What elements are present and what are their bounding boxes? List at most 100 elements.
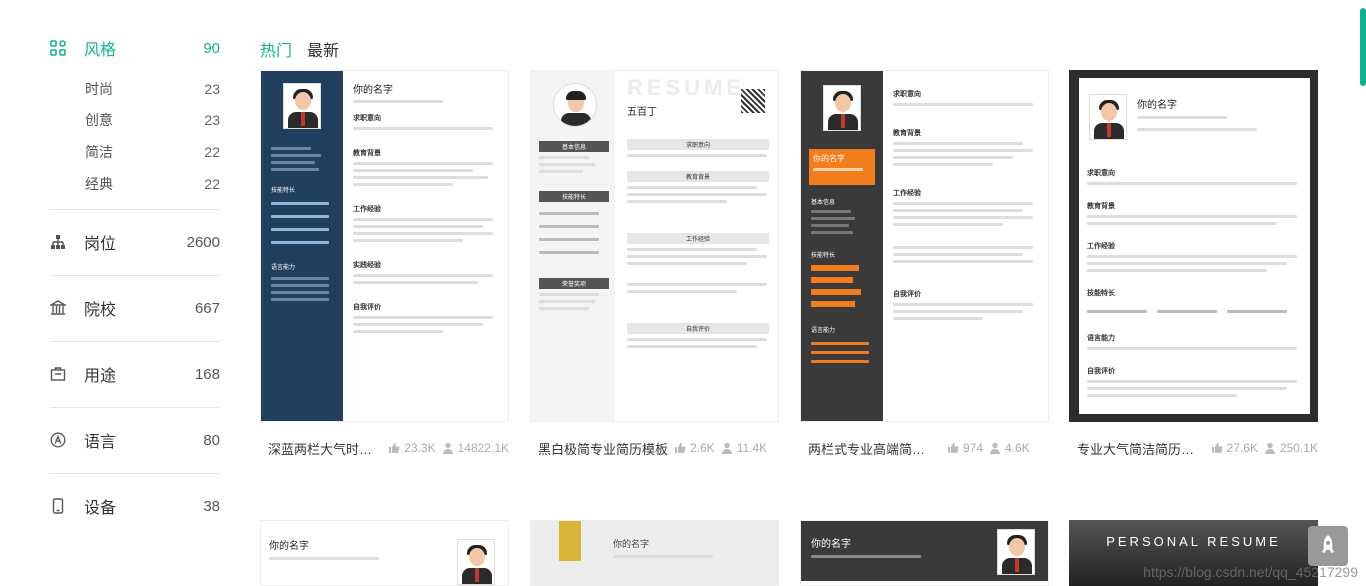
template-title[interactable]: 两栏式专业高端简历...	[808, 439, 933, 458]
template-title[interactable]: 深蓝两栏大气时尚简...	[268, 439, 382, 458]
phone-icon	[50, 498, 66, 514]
divider	[50, 473, 220, 474]
section-heading: 技能特长	[1087, 290, 1115, 297]
template-thumbnail[interactable]: 你的名字	[800, 520, 1049, 586]
section-heading: 教育背景	[1087, 203, 1115, 210]
template-thumbnail[interactable]: RESUME 五百丁 基本信息 技能特长 荣誉奖项 求职意向 教育背景 工作经验…	[530, 70, 779, 422]
section-heading: 自我评价	[353, 304, 381, 311]
category-label: 院校	[84, 302, 117, 319]
template-thumbnail[interactable]: 技能特长 语言能力 你的名字 求职意向 教育背景 工作经验 实践经验 自我评价	[260, 70, 509, 422]
subcategory-fashion[interactable]: 时尚 23	[50, 73, 220, 105]
category-label: 岗位	[84, 236, 117, 253]
template-title[interactable]: 黑白极简专业简历模板	[538, 439, 668, 458]
template-card[interactable]: 你的名字	[800, 520, 1049, 586]
subcategory-classic[interactable]: 经典 22	[50, 168, 220, 200]
subcategory-label: 经典	[85, 176, 113, 192]
tab-hot[interactable]: 热门	[260, 37, 292, 61]
section-heading: 工作经验	[893, 190, 921, 197]
tab-latest[interactable]: 最新	[307, 37, 339, 61]
section-heading: 语言能力	[811, 328, 836, 334]
scrollbar-thumb[interactable]	[1360, 8, 1366, 86]
school-icon	[50, 300, 66, 316]
section-heading: 基本信息	[811, 200, 836, 206]
template-thumbnail[interactable]: 你的名字 求职意向 教育背景 工作经验 技能特长 语言能力 自我评价	[1069, 70, 1318, 422]
thumbs-up-icon	[389, 443, 400, 453]
sort-tabs: 热门 最新	[260, 37, 339, 61]
section-heading: 自我评价	[1087, 368, 1115, 375]
template-card[interactable]: RESUME 五百丁 基本信息 技能特长 荣誉奖项 求职意向 教育背景 工作经验…	[530, 70, 779, 458]
subcategory-count: 23	[204, 112, 220, 128]
category-style[interactable]: 风格 90	[50, 33, 220, 63]
category-usage[interactable]: 用途 168	[50, 359, 220, 389]
template-card[interactable]: 你的名字	[530, 520, 779, 586]
subcategory-label: 时尚	[85, 81, 113, 97]
section-heading: 荣誉奖项	[539, 278, 609, 289]
category-position[interactable]: 岗位 2600	[50, 227, 220, 257]
template-title[interactable]: 专业大气简洁简历模板	[1077, 439, 1205, 458]
category-label: 风格	[84, 42, 117, 59]
template-card[interactable]: 技能特长 语言能力 你的名字 求职意向 教育背景 工作经验 实践经验 自我评价	[260, 70, 509, 458]
section-heading: 自我评价	[627, 323, 769, 334]
section-heading: 教育背景	[893, 130, 921, 137]
user-icon	[442, 442, 453, 454]
thumbs-up-icon	[1211, 443, 1223, 453]
divider	[50, 341, 220, 342]
user-icon	[1264, 442, 1275, 454]
section-heading: 求职意向	[627, 139, 769, 150]
user-icon	[721, 442, 732, 454]
divider	[50, 407, 220, 408]
category-count: 38	[203, 497, 220, 515]
section-heading: 技能特长	[271, 188, 296, 194]
subcategory-label: 创意	[85, 112, 113, 128]
section-heading: 求职意向	[1087, 170, 1115, 177]
users-stat: 4.6K	[989, 441, 1030, 455]
section-heading: 自我评价	[893, 291, 921, 298]
resume-name: 你的名字	[269, 541, 309, 552]
divider	[50, 275, 220, 276]
template-card[interactable]: 你的名字	[260, 520, 509, 586]
category-label: 语言	[84, 434, 117, 451]
back-to-top-button[interactable]	[1308, 526, 1348, 566]
section-heading: 工作经验	[627, 233, 769, 244]
avatar	[997, 529, 1035, 575]
avatar	[553, 83, 597, 127]
avatar	[823, 85, 861, 131]
resume-name: 你的名字	[353, 85, 393, 96]
section-heading: 实践经验	[353, 262, 381, 269]
likes-stat: 27.6K	[1211, 441, 1258, 455]
qr-code-icon	[741, 89, 765, 113]
category-count: 90	[203, 39, 220, 57]
subcategory-creative[interactable]: 创意 23	[50, 104, 220, 136]
template-thumbnail[interactable]: 你的名字	[530, 520, 779, 586]
category-school[interactable]: 院校 667	[50, 293, 220, 323]
template-thumbnail[interactable]: 你的名字 基本信息 技能特长 语言能力 求职意向 教育背景 工作经验 自我评价	[800, 70, 1049, 422]
users-stat: 14822.1K	[442, 441, 509, 455]
template-thumbnail[interactable]: 你的名字	[260, 520, 509, 586]
category-count: 667	[194, 299, 220, 317]
card-meta: 黑白极简专业简历模板 2.6K 11.4K	[530, 438, 779, 458]
likes-stat: 23.3K	[388, 441, 436, 455]
thumbs-up-icon	[675, 443, 686, 453]
subcategory-simple[interactable]: 简洁 22	[50, 136, 220, 168]
resume-name: 你的名字	[813, 154, 845, 163]
likes-stat: 2.6K	[674, 441, 715, 455]
template-card[interactable]: 你的名字 求职意向 教育背景 工作经验 技能特长 语言能力 自我评价 专业大气简…	[1069, 70, 1318, 458]
category-count: 80	[203, 431, 220, 449]
section-heading: 教育背景	[353, 150, 381, 157]
language-a-icon	[50, 432, 66, 448]
users-count: 250.1K	[1279, 441, 1318, 455]
section-heading: 工作经验	[1087, 243, 1115, 250]
category-language[interactable]: 语言 80	[50, 425, 220, 455]
subcategory-count: 22	[204, 144, 220, 160]
likes-count: 974	[963, 441, 984, 455]
category-sidebar: 风格 90 时尚 23 创意 23 简洁 22 经典 22 岗位 2600 院校…	[50, 0, 220, 521]
likes-count: 2.6K	[690, 441, 715, 455]
rocket-icon	[1322, 535, 1334, 553]
category-label: 设备	[84, 500, 117, 517]
users-count: 11.4K	[736, 441, 768, 455]
section-heading: 技能特长	[539, 191, 609, 202]
category-device[interactable]: 设备 38	[50, 491, 220, 521]
org-chart-icon	[50, 234, 66, 250]
resume-name: 你的名字	[811, 539, 851, 550]
template-card[interactable]: 你的名字 基本信息 技能特长 语言能力 求职意向 教育背景 工作经验 自我评价	[800, 70, 1049, 458]
